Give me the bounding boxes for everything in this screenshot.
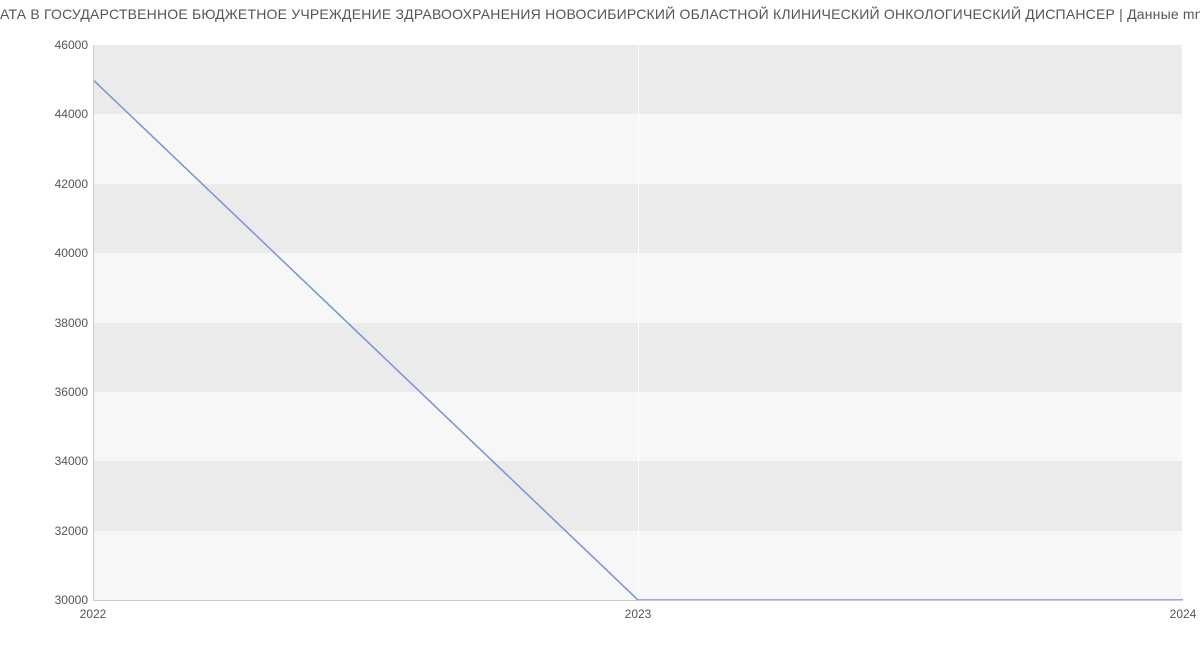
y-axis-line (93, 45, 94, 600)
plot-area (93, 45, 1183, 600)
x-axis-line (93, 600, 1183, 601)
y-tick-label: 38000 (8, 316, 88, 330)
y-tick-label: 34000 (8, 454, 88, 468)
y-tick-label: 46000 (8, 38, 88, 52)
line-series (93, 45, 1183, 600)
y-tick-label: 30000 (8, 593, 88, 607)
y-tick-label: 40000 (8, 246, 88, 260)
y-tick-label: 36000 (8, 385, 88, 399)
x-tick-label: 2023 (625, 607, 652, 621)
y-tick-label: 32000 (8, 524, 88, 538)
y-tick-label: 42000 (8, 177, 88, 191)
chart-title: АТА В ГОСУДАРСТВЕННОЕ БЮДЖЕТНОЕ УЧРЕЖДЕН… (0, 6, 1200, 22)
salary-chart: АТА В ГОСУДАРСТВЕННОЕ БЮДЖЕТНОЕ УЧРЕЖДЕН… (0, 0, 1200, 650)
x-tick-label: 2022 (80, 607, 107, 621)
y-tick-label: 44000 (8, 107, 88, 121)
x-tick-label: 2024 (1170, 607, 1197, 621)
